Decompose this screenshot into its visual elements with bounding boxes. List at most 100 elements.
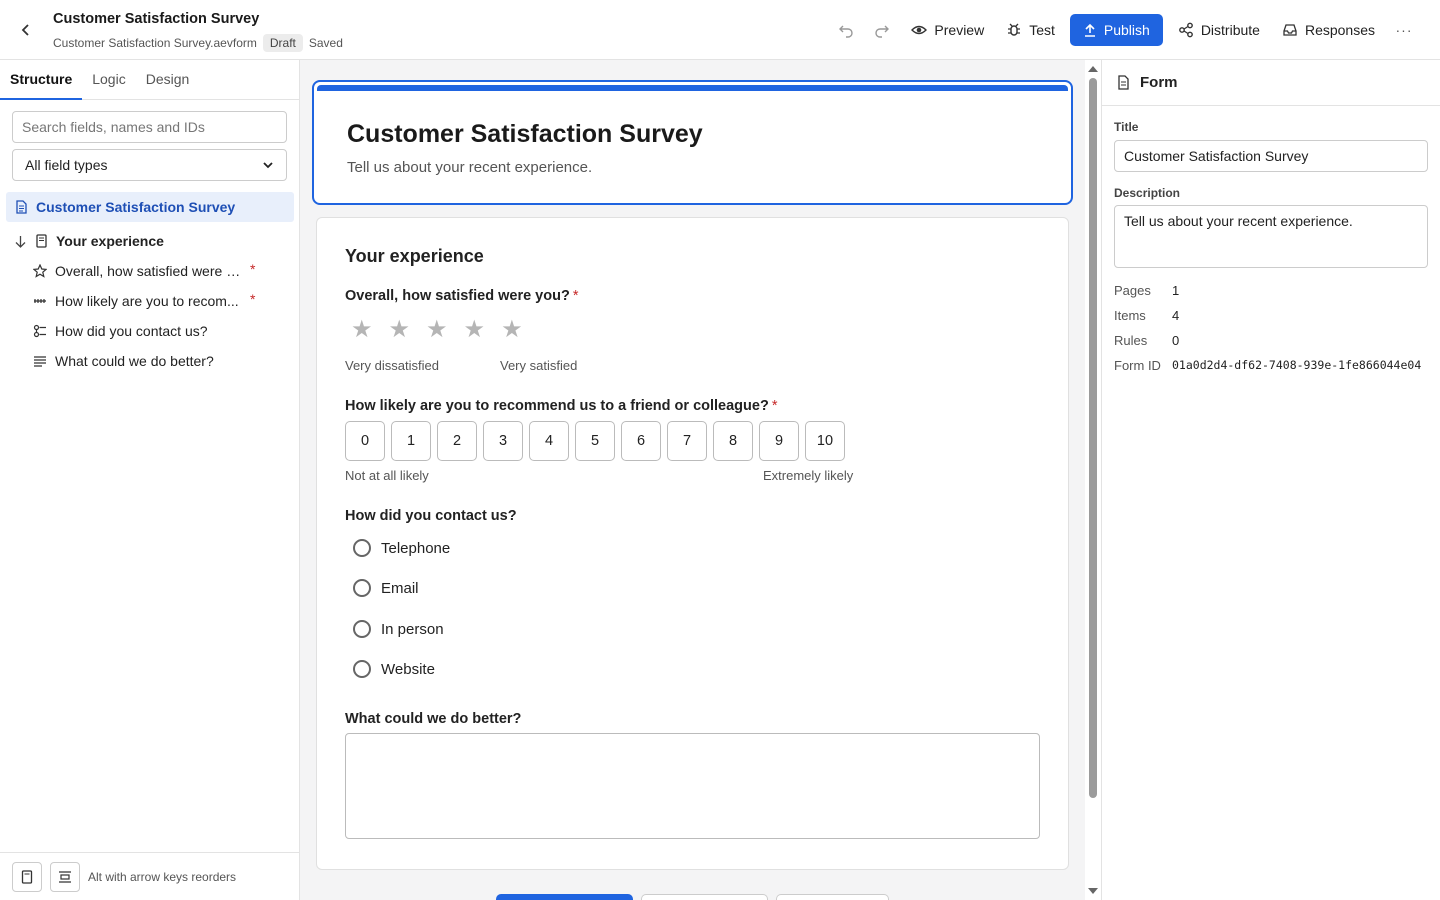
radio-button[interactable] xyxy=(353,579,371,597)
radio-option[interactable]: Telephone xyxy=(353,539,450,557)
publish-label: Publish xyxy=(1103,22,1150,38)
tree-item-form[interactable]: Customer Satisfaction Survey xyxy=(6,192,294,222)
radio-button[interactable] xyxy=(353,539,371,557)
text-lines-icon xyxy=(34,356,46,367)
nps-option[interactable]: 6 xyxy=(621,421,661,461)
nps-option[interactable]: 10 xyxy=(805,421,845,461)
preview-label: Preview xyxy=(934,22,985,38)
q2-label: How likely are you to recommend us to a … xyxy=(345,398,769,414)
undo-icon xyxy=(839,25,854,38)
tab-structure[interactable]: Structure xyxy=(0,60,83,100)
section-icon xyxy=(59,870,71,883)
rating-star-icon[interactable]: ★ xyxy=(351,318,373,342)
eye-icon xyxy=(911,25,928,35)
radio-label: Website xyxy=(381,660,435,678)
scroll-up-arrow-icon[interactable] xyxy=(1088,66,1098,72)
test-label: Test xyxy=(1029,22,1055,38)
radio-button[interactable] xyxy=(353,660,371,678)
section-card[interactable]: Your experience Overall, how satisfied w… xyxy=(316,217,1069,870)
nps-option[interactable]: 4 xyxy=(529,421,569,461)
nps-option[interactable]: 7 xyxy=(667,421,707,461)
tab-design[interactable]: Design xyxy=(136,60,200,100)
meta-value: 4 xyxy=(1172,308,1180,323)
page-icon xyxy=(21,869,33,884)
nps-high-hint: Extremely likely xyxy=(763,468,854,483)
properties-title: Form xyxy=(1140,74,1178,91)
next-button[interactable] xyxy=(496,894,633,900)
form-id-value: 01a0d2d4-df62-7408-939e-1fe866044e04 xyxy=(1172,358,1422,372)
tree-item-field[interactable]: What could we do better? xyxy=(0,346,300,376)
rating-star-icon[interactable]: ★ xyxy=(501,318,523,342)
field-type-select[interactable]: All field types xyxy=(12,149,287,181)
tree-item-field[interactable]: How likely are you to recom... * xyxy=(0,286,300,316)
nps-option[interactable]: 2 xyxy=(437,421,477,461)
rating-star-icon[interactable]: ★ xyxy=(389,318,411,342)
question-label: How likely are you to recommend us to a … xyxy=(345,398,777,414)
tab-logic[interactable]: Logic xyxy=(82,60,135,100)
description-field[interactable]: Tell us about your recent experience. xyxy=(1114,205,1428,268)
back-button[interactable] xyxy=(14,18,38,42)
tree-item-field[interactable]: Overall, how satisfied were y... * xyxy=(0,256,300,286)
tree-item-label: Overall, how satisfied were y... xyxy=(55,263,241,279)
tree-item-section[interactable]: Your experience xyxy=(0,226,300,256)
more-menu-button[interactable]: ··· xyxy=(1386,22,1422,38)
publish-button[interactable]: Publish xyxy=(1069,14,1163,46)
scroll-thumb[interactable] xyxy=(1089,78,1097,798)
scale-icon xyxy=(34,299,46,303)
undo-button[interactable] xyxy=(828,14,864,46)
responses-label: Responses xyxy=(1304,22,1375,38)
add-section-button[interactable] xyxy=(50,861,80,892)
filename: Customer Satisfaction Survey.aevform xyxy=(53,36,257,50)
star-rating: ★ ★ ★ ★ ★ xyxy=(351,318,523,342)
required-marker: * xyxy=(250,291,256,307)
feedback-textarea[interactable] xyxy=(345,733,1040,839)
radio-option[interactable]: Email xyxy=(353,579,419,597)
nps-option[interactable]: 1 xyxy=(391,421,431,461)
search-input[interactable] xyxy=(12,111,287,143)
question-label: How did you contact us? xyxy=(345,508,517,524)
preview-button[interactable]: Preview xyxy=(900,14,995,46)
rating-star-icon[interactable]: ★ xyxy=(464,318,486,342)
test-button[interactable]: Test xyxy=(995,14,1066,46)
q1-label: Overall, how satisfied were you? xyxy=(345,288,570,304)
nps-option[interactable]: 5 xyxy=(575,421,615,461)
section-title: Your experience xyxy=(345,246,484,266)
radio-label: Email xyxy=(381,579,419,597)
file-meta: Customer Satisfaction Survey.aevform Dra… xyxy=(53,34,343,52)
secondary-button[interactable] xyxy=(776,894,889,900)
redo-icon xyxy=(875,25,890,38)
nps-option[interactable]: 9 xyxy=(759,421,799,461)
scroll-down-arrow-icon[interactable] xyxy=(1088,888,1098,894)
nps-option[interactable]: 3 xyxy=(483,421,523,461)
document-icon xyxy=(1118,75,1129,90)
radio-option[interactable]: In person xyxy=(353,620,444,638)
upload-icon xyxy=(1084,23,1095,37)
add-page-button[interactable] xyxy=(12,861,42,892)
tree-item-field[interactable]: How did you contact us? xyxy=(0,316,300,346)
title-field[interactable]: Customer Satisfaction Survey xyxy=(1114,140,1428,172)
form-header-card[interactable]: Customer Satisfaction Survey Tell us abo… xyxy=(312,80,1073,205)
redo-button[interactable] xyxy=(864,14,900,46)
rating-star-icon[interactable]: ★ xyxy=(426,318,448,342)
radio-label: Telephone xyxy=(381,539,451,557)
save-status: Saved xyxy=(308,36,343,50)
secondary-button[interactable] xyxy=(641,894,768,900)
form-description: Tell us about your recent experience. xyxy=(347,159,593,176)
nps-option[interactable]: 8 xyxy=(713,421,753,461)
meta-pages: Pages 1 xyxy=(1114,283,1179,298)
radio-button[interactable] xyxy=(353,620,371,638)
canvas-scrollbar[interactable] xyxy=(1085,60,1101,900)
radio-label: In person xyxy=(381,620,444,638)
nps-option[interactable]: 0 xyxy=(345,421,385,461)
meta-label: Rules xyxy=(1114,333,1148,348)
properties-panel: Form Title Customer Satisfaction Survey … xyxy=(1101,60,1440,900)
responses-button[interactable]: Responses xyxy=(1271,14,1386,46)
radio-option[interactable]: Website xyxy=(353,660,435,678)
nps-scale: 0 1 2 3 4 5 6 7 8 9 10 xyxy=(345,421,845,461)
meta-rules: Rules 0 xyxy=(1114,333,1179,348)
rating-low-hint: Very dissatisfied xyxy=(345,358,439,373)
distribute-label: Distribute xyxy=(1200,22,1260,38)
distribute-button[interactable]: Distribute xyxy=(1167,14,1271,46)
meta-form-id: Form ID 01a0d2d4-df62-7408-939e-1fe86604… xyxy=(1114,358,1421,373)
rating-high-hint: Very satisfied xyxy=(500,358,578,373)
